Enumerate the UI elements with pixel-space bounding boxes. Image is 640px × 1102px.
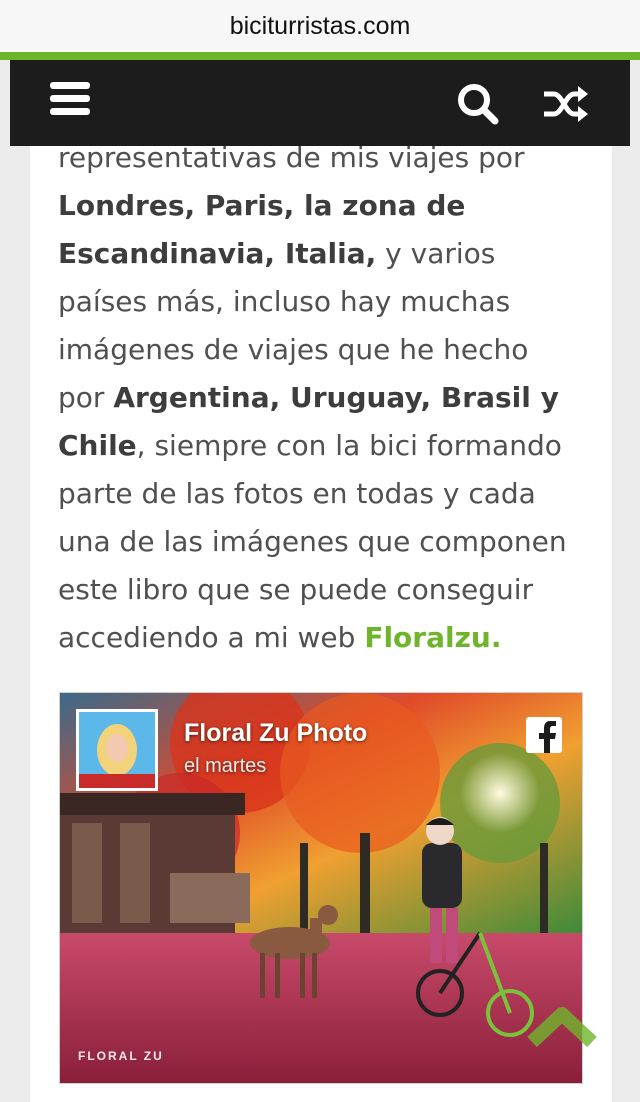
menu-button[interactable] <box>50 82 94 122</box>
url-text: biciturristas.com <box>229 11 411 40</box>
page-avatar[interactable] <box>76 709 158 791</box>
text-segment: representativas de mis viajes por <box>58 141 525 174</box>
facebook-post-embed[interactable]: Floral Zu Photo el martes FLORAL ZU <box>59 692 583 1084</box>
hamburger-menu-icon <box>50 82 94 115</box>
shuffle-icon <box>544 86 588 122</box>
search-icon <box>458 84 499 125</box>
content-card: representativas de mis viajes por Londre… <box>30 141 612 1102</box>
avatar-image <box>79 712 155 788</box>
article-text: representativas de mis viajes por Londre… <box>58 134 578 662</box>
address-bar[interactable]: biciturristas.com <box>0 0 640 53</box>
shuffle-button[interactable] <box>542 84 590 124</box>
page-name[interactable]: Floral Zu Photo <box>184 719 367 748</box>
facebook-icon <box>539 721 556 753</box>
accent-strip <box>0 52 640 60</box>
floralzu-link[interactable]: Floralzu. <box>364 621 501 654</box>
article-paragraph: representativas de mis viajes por Londre… <box>58 134 578 662</box>
post-date[interactable]: el martes <box>184 755 266 778</box>
chevron-up-icon <box>527 1007 597 1048</box>
facebook-button[interactable] <box>526 717 562 753</box>
photo-watermark: FLORAL ZU <box>78 1049 164 1063</box>
scroll-top-button[interactable] <box>524 1002 600 1052</box>
search-button[interactable] <box>456 82 500 126</box>
